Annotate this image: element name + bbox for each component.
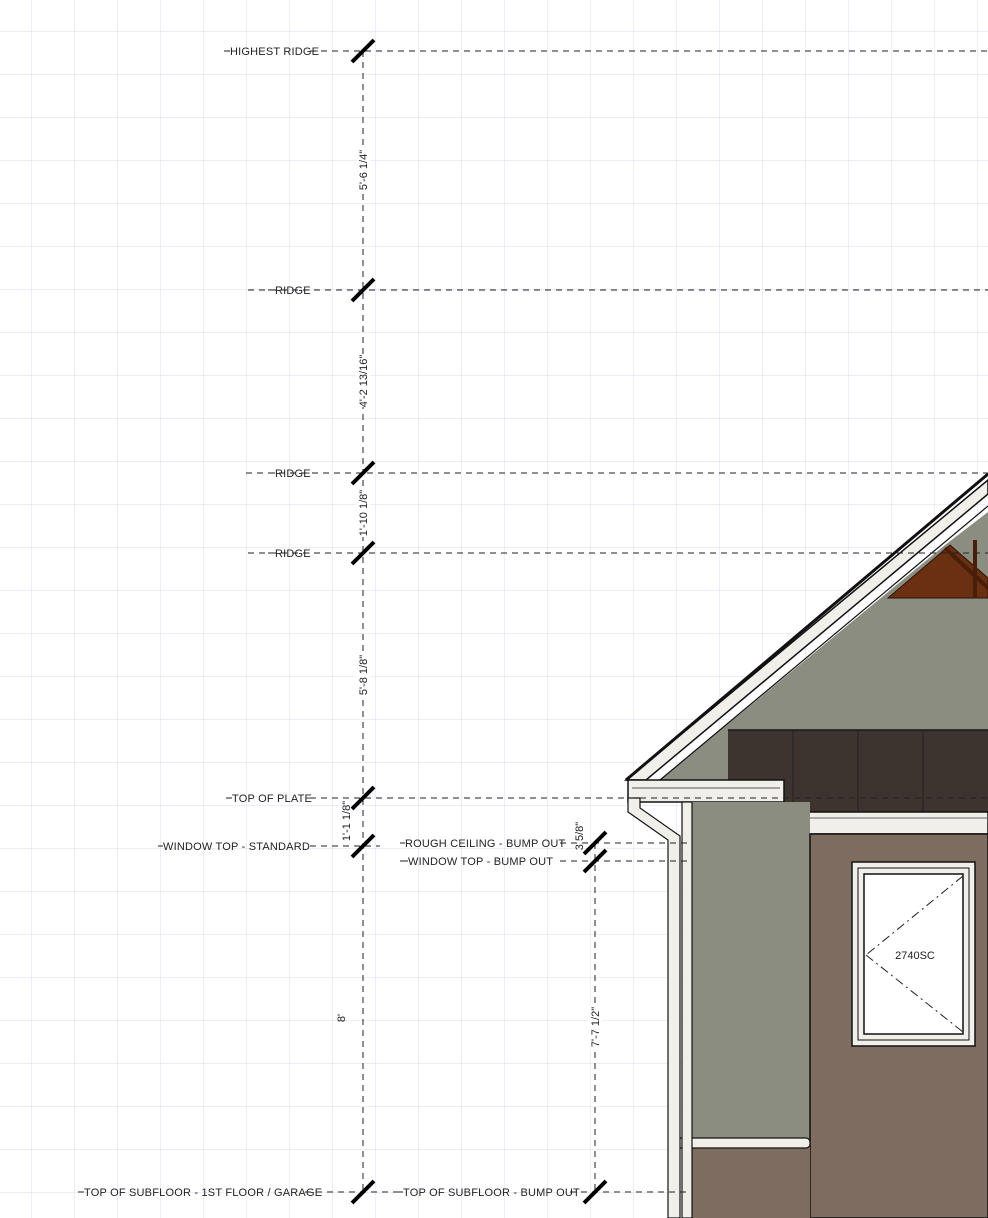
label-ridge-1: RIDGE — [275, 285, 311, 297]
water-table-trim — [675, 1137, 811, 1149]
label-window-top-bump-out: WINDOW TOP - BUMP OUT — [408, 856, 553, 868]
window-2740sc[interactable]: 2740SC — [851, 861, 976, 1047]
dim-window-to-subfloor: 8' — [336, 1014, 348, 1022]
band-trim — [783, 811, 988, 835]
dim-ridge-to-plate: 5'-8 1/8" — [358, 655, 370, 695]
lower-siding — [692, 1146, 810, 1218]
label-rough-ceiling: ROUGH CEILING - BUMP OUT — [405, 838, 566, 850]
dim-bumpout-window-to-subfloor: 7'-7 1/2" — [590, 1007, 602, 1047]
corner-board — [681, 801, 693, 1218]
label-top-of-plate: TOP OF PLATE — [232, 793, 312, 805]
dim-rough-ceiling-to-window: 3 5/8" — [574, 822, 586, 850]
label-subfloor-bump-out: TOP OF SUBFLOOR - BUMP OUT — [403, 1187, 580, 1199]
dim-ridge-to-ridge-small: 1'-10 1/8" — [358, 490, 370, 536]
dim-highest-ridge-to-ridge: 5'-6 1/4" — [358, 150, 370, 190]
side-siding — [692, 802, 810, 1140]
window-tag: 2740SC — [895, 950, 935, 962]
label-ridge-3: RIDGE — [275, 548, 311, 560]
dim-plate-to-window: 1'-1 1/8" — [341, 801, 353, 841]
label-subfloor-1st: TOP OF SUBFLOOR - 1ST FLOOR / GARAGE — [84, 1187, 322, 1199]
dim-ridge-to-ridge: 4'-2 13/16" — [358, 355, 370, 408]
label-ridge-2: RIDGE — [275, 468, 311, 480]
label-window-top-standard: WINDOW TOP - STANDARD — [163, 841, 310, 853]
gutter — [627, 779, 785, 803]
label-highest-ridge: HIGHEST RIDGE — [230, 46, 319, 58]
elevation-drawing: 2740SC HIGHEST RIDGE RIDGE RIDGE RIDGE T… — [0, 0, 988, 1218]
